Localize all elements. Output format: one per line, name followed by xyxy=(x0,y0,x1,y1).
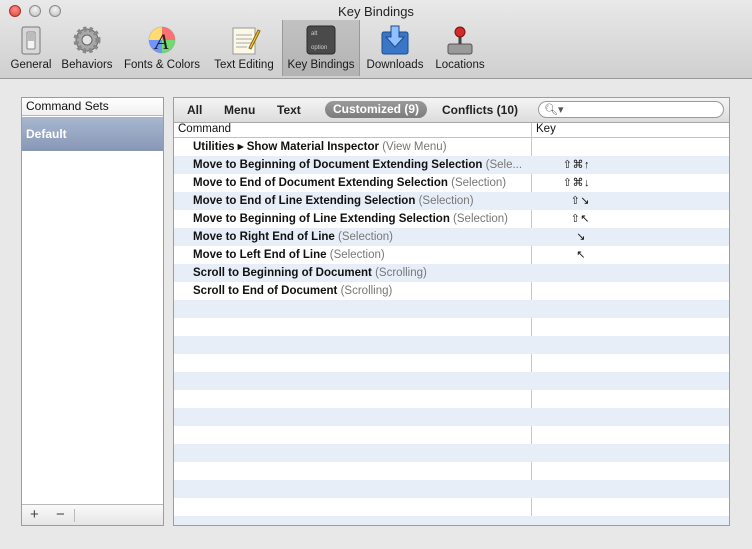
key-shortcut[interactable]: ⇧⌘↑ xyxy=(534,156,590,174)
key-shortcut[interactable]: ↘ xyxy=(534,228,586,246)
command-group: (Scrolling) xyxy=(340,285,393,297)
search-field[interactable]: 🔍︎▾ xyxy=(538,101,724,118)
toolbar-key-bindings[interactable]: alt option Key Bindings xyxy=(282,20,360,76)
bindings-table: Utilities ▸ Show Material Inspector (Vie… xyxy=(174,138,729,525)
command-group: (Selection) xyxy=(451,177,507,189)
toolbar-general[interactable]: General xyxy=(6,22,56,74)
toolbar-label: General xyxy=(10,59,52,71)
key-shortcut[interactable]: ↖ xyxy=(534,246,586,264)
table-header: Command Key xyxy=(174,123,729,138)
titlebar: Key Bindings General Behaviors A Fonts &… xyxy=(0,0,752,79)
preferences-window: Key Bindings General Behaviors A Fonts &… xyxy=(0,0,752,549)
empty-row xyxy=(174,408,729,426)
key-shortcut[interactable]: ⇧↖ xyxy=(534,210,590,228)
column-key[interactable]: Key xyxy=(536,123,556,135)
table-row[interactable]: Move to End of Line Extending Selection … xyxy=(174,192,729,210)
table-row[interactable]: Move to Beginning of Document Extending … xyxy=(174,156,729,174)
filter-text[interactable]: Text xyxy=(277,103,301,117)
command-label: Move to Left End of Line xyxy=(193,249,327,261)
downloads-icon xyxy=(381,25,409,55)
key-top-legend: alt xyxy=(311,31,318,37)
empty-row xyxy=(174,318,729,336)
command-sets-header: Command Sets xyxy=(22,98,163,116)
key-shortcut[interactable]: ⇧↘ xyxy=(534,192,590,210)
toolbar-text-editing[interactable]: Text Editing xyxy=(208,22,280,74)
toolbar-downloads[interactable]: Downloads xyxy=(362,22,428,74)
empty-row xyxy=(174,372,729,390)
table-row[interactable]: Move to Left End of Line (Selection) ↖ xyxy=(174,246,729,264)
toolbar-label: Key Bindings xyxy=(287,59,355,71)
svg-text:A: A xyxy=(153,29,169,54)
empty-row xyxy=(174,336,729,354)
command-set-item[interactable]: Default xyxy=(22,117,163,151)
table-row[interactable]: Move to Beginning of Line Extending Sele… xyxy=(174,210,729,228)
filter-menu[interactable]: Menu xyxy=(224,103,255,117)
filter-all[interactable]: All xyxy=(187,103,202,117)
empty-row xyxy=(174,354,729,372)
sidebar-footer: + − xyxy=(22,504,163,525)
command-label: Move to End of Document Extending Select… xyxy=(193,177,448,189)
command-sets-sidebar: Command Sets Default + − xyxy=(21,97,164,526)
table-row[interactable]: Utilities ▸ Show Material Inspector (Vie… xyxy=(174,138,729,156)
command-group: (Selection) xyxy=(453,213,509,225)
toolbar-label: Fonts & Colors xyxy=(123,59,201,71)
command-group: (View Menu) xyxy=(382,141,447,153)
key-bottom-legend: option xyxy=(311,45,327,51)
toolbar-behaviors[interactable]: Behaviors xyxy=(58,22,116,74)
empty-row xyxy=(174,480,729,498)
command-label: Utilities ▸ Show Material Inspector xyxy=(193,141,379,153)
command-label: Scroll to End of Document xyxy=(193,285,338,297)
toolbar-fonts-colors[interactable]: A Fonts & Colors xyxy=(120,22,204,74)
empty-row xyxy=(174,444,729,462)
command-label: Move to Right End of Line xyxy=(193,231,335,243)
toolbar-locations[interactable]: Locations xyxy=(430,22,490,74)
command-group: (Selection) xyxy=(338,231,393,243)
bindings-panel: All Menu Text Customized (9) Conflicts (… xyxy=(173,97,730,526)
notepad-pencil-icon xyxy=(232,27,261,55)
command-label: Move to Beginning of Line Extending Sele… xyxy=(193,213,450,225)
table-row[interactable]: Move to End of Document Extending Select… xyxy=(174,174,729,192)
font-color-icon: A xyxy=(148,26,176,54)
footer-divider xyxy=(74,509,75,522)
option-key-icon: alt option xyxy=(306,25,336,55)
search-input[interactable] xyxy=(561,102,721,118)
table-row[interactable]: Scroll to End of Document (Scrolling) xyxy=(174,282,729,300)
command-group: (Sele... xyxy=(485,159,523,171)
key-shortcut[interactable]: ⇧⌘↓ xyxy=(534,174,590,192)
filter-conflicts[interactable]: Conflicts (10) xyxy=(442,103,518,117)
filter-bar: All Menu Text Customized (9) Conflicts (… xyxy=(174,98,729,123)
toolbar-label: Locations xyxy=(435,59,485,71)
toolbar-label: Behaviors xyxy=(61,59,113,71)
gear-icon xyxy=(73,26,101,54)
joystick-icon xyxy=(447,26,473,55)
table-row[interactable]: Move to Right End of Line (Selection) ↘ xyxy=(174,228,729,246)
command-group: (Selection) xyxy=(329,249,385,261)
add-command-set-button[interactable]: + xyxy=(30,506,39,523)
toolbar-label: Text Editing xyxy=(214,59,274,71)
remove-command-set-button[interactable]: − xyxy=(56,506,65,523)
empty-row xyxy=(174,426,729,444)
empty-row xyxy=(174,498,729,516)
command-label: Move to Beginning of Document Extending … xyxy=(193,159,483,171)
command-group: (Scrolling) xyxy=(375,267,427,279)
empty-row xyxy=(174,390,729,408)
command-group: (Selection) xyxy=(418,195,474,207)
table-row[interactable]: Scroll to Beginning of Document (Scrolli… xyxy=(174,264,729,282)
window-title: Key Bindings xyxy=(338,4,414,19)
filter-customized[interactable]: Customized (9) xyxy=(325,101,428,118)
column-command[interactable]: Command xyxy=(178,123,231,135)
command-label: Scroll to Beginning of Document xyxy=(193,267,372,279)
command-label: Move to End of Line Extending Selection xyxy=(193,195,416,207)
light-switch-icon xyxy=(21,26,41,55)
empty-row xyxy=(174,462,729,480)
empty-row xyxy=(174,300,729,318)
toolbar-label: Downloads xyxy=(366,59,424,71)
empty-row xyxy=(174,516,729,525)
